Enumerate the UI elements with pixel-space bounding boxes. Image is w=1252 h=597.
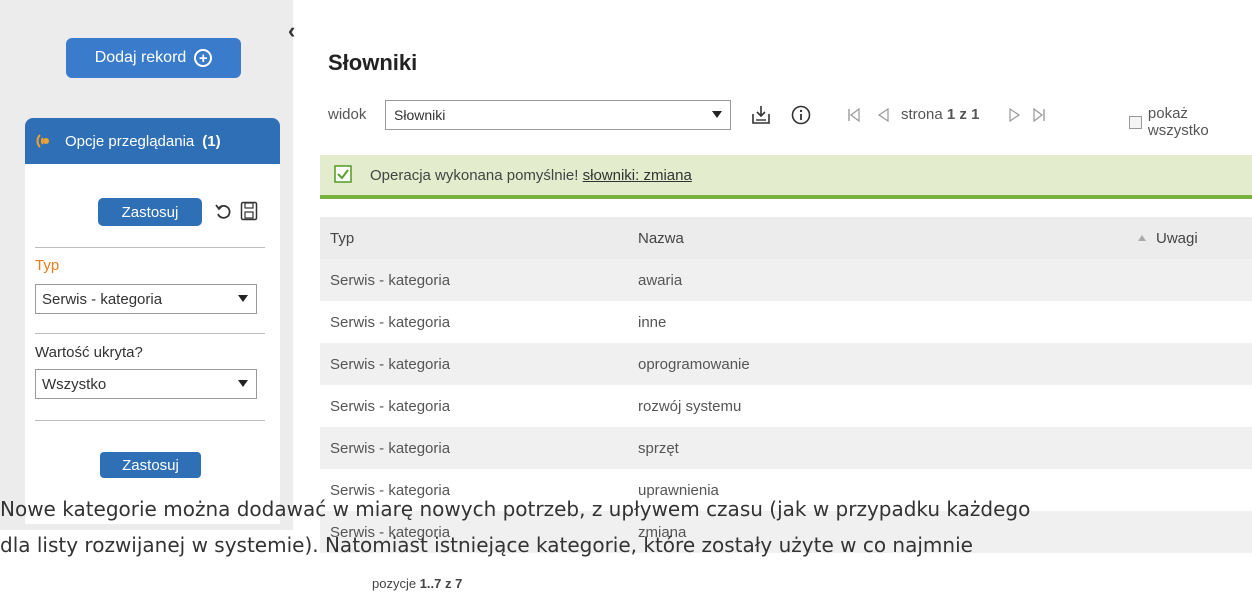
signal-icon xyxy=(36,134,49,148)
record-count: pozycje 1..7 z 7 xyxy=(372,576,462,591)
sort-asc-icon[interactable] xyxy=(1138,235,1146,241)
dropdown-arrow-icon xyxy=(712,111,722,118)
cell-nazwa: awaria xyxy=(638,272,683,289)
view-label: widok xyxy=(328,106,367,123)
browse-options-panel: Opcje przeglądania (1) Zastosuj Typ Serw… xyxy=(25,118,280,524)
column-header-typ[interactable]: Typ xyxy=(330,230,354,247)
filter-hidden-label: Wartość ukryta? xyxy=(35,344,143,361)
page-title: Słowniki xyxy=(328,50,418,75)
apply-button[interactable]: Zastosuj xyxy=(98,198,202,226)
pager-total: 1 xyxy=(971,106,980,123)
pager-current: 1 xyxy=(946,106,956,123)
info-icon[interactable] xyxy=(790,104,812,126)
export-icon[interactable] xyxy=(750,104,772,126)
view-select[interactable]: Słowniki xyxy=(385,100,731,130)
success-alert: Operacja wykonana pomyślnie! słowniki: z… xyxy=(320,155,1252,199)
collapse-sidebar-icon[interactable]: ‹ xyxy=(288,20,295,42)
caption-line-1: Nowe kategorie można dodawać w miarę now… xyxy=(0,497,1031,521)
browse-options-count: (1) xyxy=(202,132,221,150)
divider xyxy=(35,247,265,248)
plus-circle-icon: + xyxy=(194,49,213,67)
show-all-label: pokaż wszystko xyxy=(1147,105,1209,139)
record-count-prefix: pozycje xyxy=(372,576,417,591)
sidebar: Dodaj rekord + Opcje przeglądania (1) Za… xyxy=(0,0,293,530)
view-select-value: Słowniki xyxy=(394,107,446,123)
filter-type-label: Typ xyxy=(35,257,60,274)
browse-options-header[interactable]: Opcje przeglądania (1) xyxy=(25,118,280,164)
cell-nazwa: inne xyxy=(638,314,667,331)
cell-typ: Serwis - kategoria xyxy=(330,314,451,331)
first-page-icon[interactable] xyxy=(847,107,861,123)
undo-icon[interactable] xyxy=(214,201,234,221)
browse-options-title: Opcje przeglądania xyxy=(65,132,195,150)
cell-typ: Serwis - kategoria xyxy=(330,398,451,415)
cell-typ: Serwis - kategoria xyxy=(330,356,451,373)
filter-type-value: Serwis - kategoria xyxy=(42,290,163,308)
toolbar: widok Słowniki strona 1 z 1 pokaż wszyst… xyxy=(328,100,1252,139)
pager-text: strona 1 z 1 xyxy=(901,106,979,123)
prev-page-icon[interactable] xyxy=(876,107,890,123)
table-header: Typ Nazwa Uwagi xyxy=(320,217,1252,259)
filter-hidden-value: Wszystko xyxy=(42,375,107,393)
table-row[interactable]: Serwis - kategoria sprzęt xyxy=(320,427,1252,469)
table-row[interactable]: Serwis - kategoria awaria xyxy=(320,259,1252,301)
dropdown-arrow-icon xyxy=(238,380,248,387)
divider xyxy=(35,333,265,334)
checkbox-checked-icon xyxy=(334,165,352,183)
table-row[interactable]: Serwis - kategoria oprogramowanie xyxy=(320,343,1252,385)
divider xyxy=(35,420,265,421)
column-header-uwagi[interactable]: Uwagi xyxy=(1156,230,1198,247)
caption-line-2: dla listy rozwijanej w systemie). Natomi… xyxy=(0,533,973,557)
alert-message: Operacja wykonana pomyślnie! xyxy=(370,167,579,184)
cell-nazwa: oprogramowanie xyxy=(638,356,750,373)
last-page-icon[interactable] xyxy=(1032,107,1046,123)
save-icon[interactable] xyxy=(240,201,258,221)
add-record-button[interactable]: Dodaj rekord + xyxy=(66,38,241,78)
apply-bottom-button[interactable]: Zastosuj xyxy=(100,452,201,478)
pager-prefix: strona xyxy=(901,106,943,123)
filter-type-select[interactable]: Serwis - kategoria xyxy=(35,284,257,314)
show-all-toggle[interactable]: pokaż wszystko xyxy=(1129,105,1252,139)
cell-typ: Serwis - kategoria xyxy=(330,272,451,289)
table-row[interactable]: Serwis - kategoria inne xyxy=(320,301,1252,343)
cell-nazwa: sprzęt xyxy=(638,440,679,457)
filter-hidden-select[interactable]: Wszystko xyxy=(35,369,257,399)
cell-typ: Serwis - kategoria xyxy=(330,440,451,457)
next-page-icon[interactable] xyxy=(1008,107,1022,123)
pager-of: z xyxy=(959,106,967,123)
add-record-label: Dodaj rekord xyxy=(94,49,187,66)
table-row[interactable]: Serwis - kategoria rozwój systemu xyxy=(320,385,1252,427)
cell-nazwa: rozwój systemu xyxy=(638,398,742,415)
dropdown-arrow-icon xyxy=(238,295,248,302)
column-header-nazwa[interactable]: Nazwa xyxy=(638,230,684,247)
show-all-checkbox[interactable] xyxy=(1129,115,1142,129)
alert-link[interactable]: słowniki: zmiana xyxy=(583,167,692,184)
record-count-range: 1..7 z 7 xyxy=(419,576,463,591)
